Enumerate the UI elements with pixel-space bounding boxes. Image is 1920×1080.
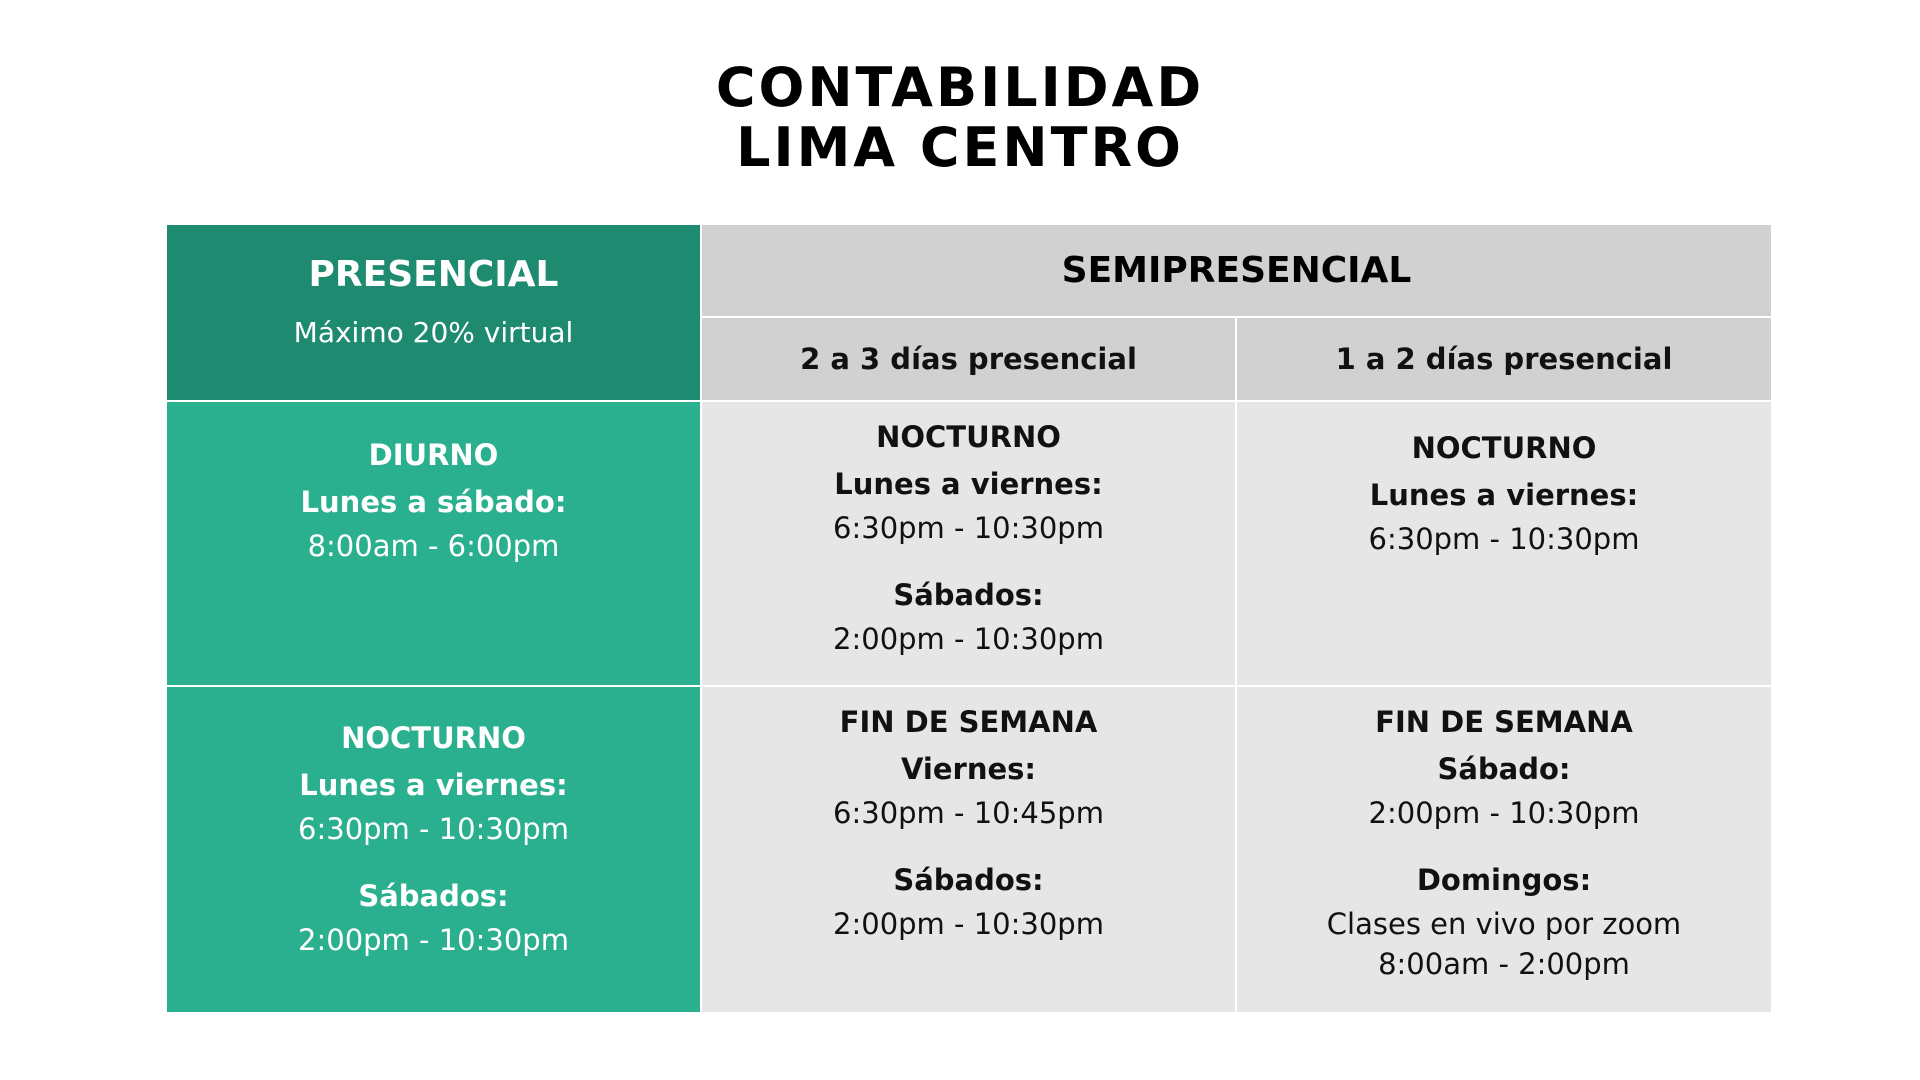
cell-presencial-diurno: DIURNO Lunes a sábado: 8:00am - 6:00pm — [167, 402, 700, 685]
header-presencial-note: Máximo 20% virtual — [293, 316, 574, 349]
dias-label: Lunes a viernes: — [299, 768, 568, 802]
horario-text: 2:00pm - 10:30pm — [833, 622, 1104, 656]
dias-label: Lunes a sábado: — [300, 485, 567, 519]
header-semi-col-1: 2 a 3 días presencial — [702, 318, 1235, 400]
horario-text: 2:00pm - 10:30pm — [833, 907, 1104, 941]
header-semi-col-2: 1 a 2 días presencial — [1237, 318, 1771, 400]
title-line-2: LIMA CENTRO — [736, 116, 1184, 179]
dias-label: Viernes: — [900, 752, 1037, 786]
dias-label: Lunes a viernes: — [1369, 478, 1639, 512]
cell-semi-2a3-fin-de-semana: FIN DE SEMANA Viernes: 6:30pm - 10:45pm … — [702, 687, 1235, 1012]
dias-label: Sábado: — [1437, 752, 1571, 786]
horario-text: 6:30pm - 10:45pm — [833, 796, 1104, 830]
turno-label: FIN DE SEMANA — [1375, 705, 1633, 739]
turno-label: NOCTURNO — [341, 721, 526, 755]
title-line-1: CONTABILIDAD — [715, 56, 1205, 119]
horario-text: 6:30pm - 10:30pm — [1368, 522, 1640, 556]
header-semipresencial-label: SEMIPRESENCIAL — [1061, 249, 1412, 291]
schedule-table: PRESENCIAL Máximo 20% virtual SEMIPRESEN… — [167, 225, 1771, 1012]
turno-label: FIN DE SEMANA — [839, 705, 1098, 739]
detalle-text: Clases en vivo por zoom — [1326, 907, 1682, 941]
horario-text: 6:30pm - 10:30pm — [298, 812, 569, 846]
dias-label: Domingos: — [1416, 863, 1592, 897]
header-semi-col-1-label: 2 a 3 días presencial — [800, 342, 1137, 376]
turno-label: NOCTURNO — [876, 420, 1061, 454]
dias-label: Sábados: — [893, 863, 1044, 897]
dias-label: Lunes a viernes: — [834, 467, 1103, 501]
header-presencial: PRESENCIAL Máximo 20% virtual — [167, 225, 700, 400]
cell-semi-1a2-fin-de-semana: FIN DE SEMANA Sábado: 2:00pm - 10:30pm D… — [1237, 687, 1771, 1012]
header-semi-col-2-label: 1 a 2 días presencial — [1335, 342, 1673, 376]
page-title: CONTABILIDAD LIMA CENTRO — [0, 58, 1920, 178]
horario-text: 6:30pm - 10:30pm — [833, 511, 1104, 545]
header-presencial-label: PRESENCIAL — [308, 254, 559, 295]
dias-label: Sábados: — [893, 578, 1044, 612]
cell-presencial-nocturno: NOCTURNO Lunes a viernes: 6:30pm - 10:30… — [167, 687, 700, 1012]
horario-text: 8:00am - 2:00pm — [1378, 947, 1630, 981]
turno-label: NOCTURNO — [1411, 431, 1597, 465]
cell-semi-2a3-nocturno: NOCTURNO Lunes a viernes: 6:30pm - 10:30… — [702, 402, 1235, 685]
turno-label: DIURNO — [368, 438, 499, 472]
horario-text: 8:00am - 6:00pm — [307, 529, 560, 563]
horario-text: 2:00pm - 10:30pm — [1368, 796, 1640, 830]
cell-semi-1a2-nocturno: NOCTURNO Lunes a viernes: 6:30pm - 10:30… — [1237, 402, 1771, 685]
header-semipresencial: SEMIPRESENCIAL — [702, 225, 1771, 316]
dias-label: Sábados: — [358, 879, 509, 913]
horario-text: 2:00pm - 10:30pm — [298, 923, 569, 957]
